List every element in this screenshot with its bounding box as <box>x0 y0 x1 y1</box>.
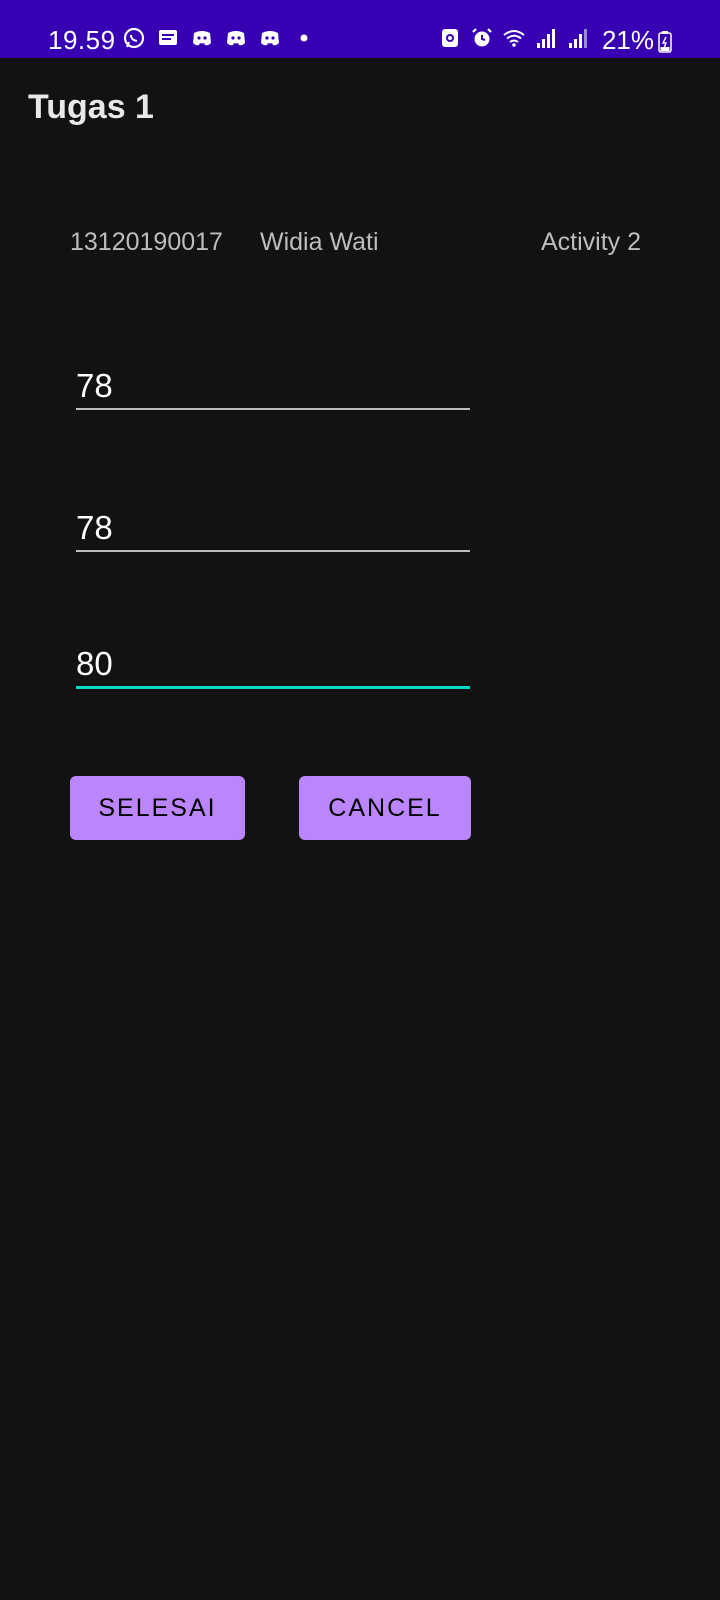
dot-icon <box>300 34 308 42</box>
cancel-button[interactable]: CANCEL <box>299 776 471 840</box>
signal-icon <box>569 29 587 48</box>
status-time: 19.59 <box>48 25 116 55</box>
score-input-2[interactable] <box>76 506 470 550</box>
score-input-3[interactable] <box>76 642 470 686</box>
battery-icon <box>658 31 672 53</box>
whatsapp-icon <box>123 27 145 49</box>
score-input-1[interactable] <box>76 364 470 408</box>
notification-icons <box>122 26 316 50</box>
page-title: Tugas 1 <box>28 88 154 126</box>
selesai-button[interactable]: SELESAI <box>70 776 245 840</box>
battery-percent: 21% <box>601 25 654 55</box>
discord-icon <box>227 31 245 46</box>
score-field-2[interactable] <box>76 506 470 552</box>
discord-icon <box>261 31 279 46</box>
wifi-icon <box>503 30 525 47</box>
input-underline <box>76 408 470 410</box>
input-underline-focused <box>76 686 470 689</box>
student-id: 13120190017 <box>70 228 223 256</box>
alarm-icon <box>472 28 492 47</box>
input-underline <box>76 550 470 552</box>
discord-icon <box>193 31 211 46</box>
activity-label: Activity 2 <box>541 228 642 256</box>
score-field-3[interactable] <box>76 642 470 689</box>
score-field-1[interactable] <box>76 364 470 410</box>
nfc-icon <box>442 29 458 47</box>
message-icon <box>159 30 177 45</box>
student-name: Widia Wati <box>260 228 379 256</box>
signal-icon <box>537 29 555 48</box>
status-bar: 19.59 21% <box>0 0 720 58</box>
system-icons <box>438 26 590 50</box>
